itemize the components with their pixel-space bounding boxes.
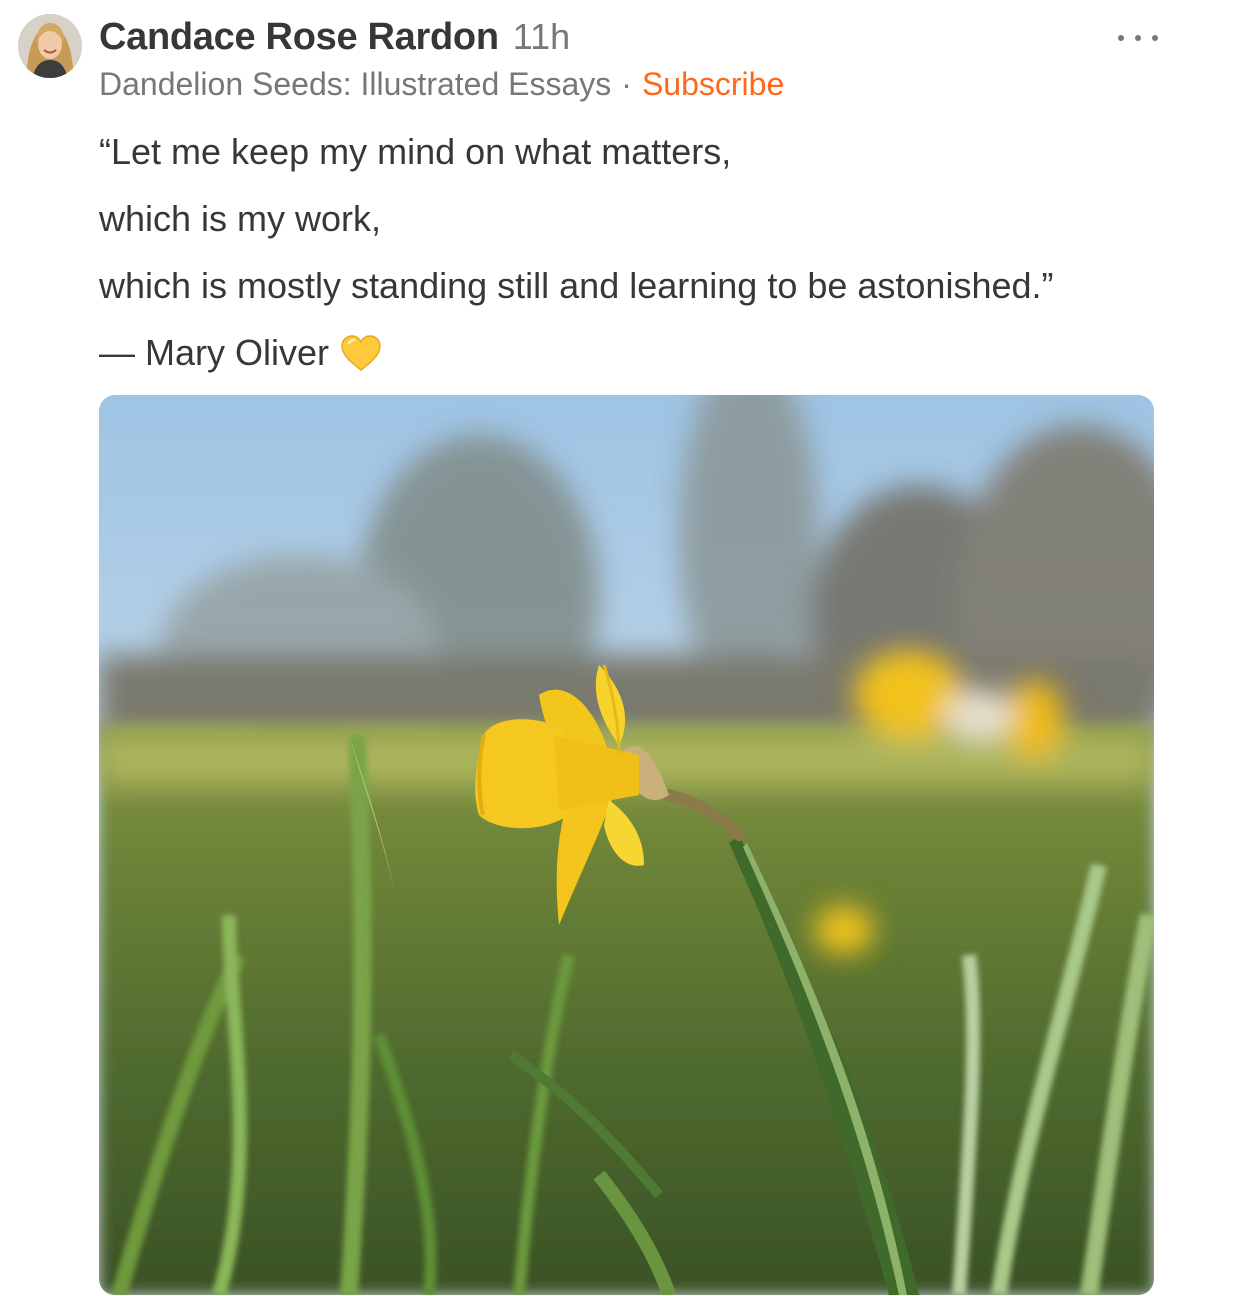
yellow-heart-icon	[339, 327, 383, 394]
post-text-line: “Let me keep my mind on what matters,	[99, 131, 732, 172]
post-body: “Let me keep my mind on what matters, wh…	[99, 118, 1199, 386]
more-horizontal-icon	[1118, 35, 1124, 41]
separator-dot: ·	[621, 66, 632, 102]
more-horizontal-icon-dot	[1135, 35, 1141, 41]
post-header: Candace Rose Rardon 11h	[99, 16, 570, 62]
subscribe-link[interactable]: Subscribe	[642, 66, 784, 103]
more-horizontal-icon-dot	[1152, 35, 1158, 41]
publication-line: Dandelion Seeds: Illustrated Essays · Su…	[99, 66, 784, 108]
attribution-text: — Mary Oliver	[99, 332, 330, 373]
post-text-line: which is mostly standing still and learn…	[99, 265, 1054, 306]
publication-name[interactable]: Dandelion Seeds: Illustrated Essays	[99, 66, 611, 103]
author-avatar[interactable]	[18, 14, 82, 78]
post-image-daffodil[interactable]	[99, 395, 1154, 1295]
author-name[interactable]: Candace Rose Rardon	[99, 16, 499, 59]
post-attribution-line: — Mary Oliver	[99, 319, 1199, 386]
more-options-button[interactable]	[1118, 22, 1158, 54]
post-text-line: which is my work,	[99, 198, 382, 239]
post-timestamp[interactable]: 11h	[513, 16, 570, 58]
